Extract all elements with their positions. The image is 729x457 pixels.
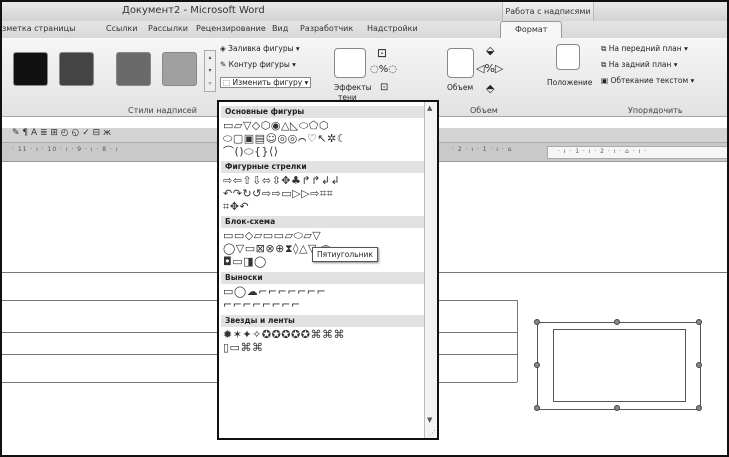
shape-row[interactable]: ▭▱▽◇⬡◉△◺⬭⬠⬡	[223, 120, 329, 132]
text-box-style-3[interactable]	[116, 52, 151, 86]
resize-handle[interactable]	[614, 405, 620, 411]
tab-review[interactable]: Рецензирование	[196, 24, 266, 33]
resize-handle[interactable]	[696, 405, 702, 411]
shape-row[interactable]: ▭◯☁⌐⌐⌐⌐⌐⌐⌐	[223, 286, 326, 298]
shape-row[interactable]: ⌒()⬭{}⟨⟩	[223, 146, 279, 158]
shape-outline-button[interactable]: ✎ Контур фигуры ▾	[220, 60, 296, 69]
ruler-left-scale: · 11 · ı · 10 · ı · 9 · ı · 8 · ı	[12, 146, 119, 153]
scroll-down-icon[interactable]: ▼	[427, 416, 432, 424]
resize-handle[interactable]	[534, 319, 540, 325]
send-backward-icon: ⧉	[601, 60, 609, 69]
tab-references[interactable]: Ссылки	[106, 24, 137, 33]
tilt-down-icon[interactable]: ⬘	[486, 82, 494, 95]
category-stars-banners: Звезды и ленты	[221, 315, 425, 327]
contextual-tab-group: Работа с надписями	[502, 2, 594, 21]
shadow-effects-label-1: Эффекты	[334, 83, 372, 92]
change-shape-label: Изменить фигуру	[232, 78, 303, 87]
title-bar: Документ2 - Microsoft Word Работа с надп…	[2, 2, 727, 21]
selected-text-box[interactable]	[553, 329, 686, 402]
text-box-style-1[interactable]	[13, 52, 48, 86]
shape-row[interactable]: ◘▭◨◯	[223, 256, 267, 268]
bring-forward-button[interactable]: ⧉ На передний план ▾	[601, 44, 688, 54]
styles-group-label: Стили надписей	[128, 106, 197, 115]
text-box-style-4[interactable]	[162, 52, 197, 86]
category-basic-shapes: Основные фигуры	[221, 106, 425, 118]
shape-fill-label: Заливка фигуры	[228, 44, 294, 53]
tab-view[interactable]: Вид	[272, 24, 288, 33]
tilt-left-right-icon[interactable]: ◁%▷	[476, 62, 503, 75]
tab-page-layout[interactable]: зметка страницы	[2, 24, 75, 33]
change-shape-button[interactable]: ⬚ Изменить фигуру ▾	[220, 77, 312, 88]
resize-handle[interactable]	[696, 362, 702, 368]
shape-row[interactable]: ↶↷↻↺⇨⇨▭▷▷⇨⌗⌗	[223, 188, 333, 200]
3d-effects-label: Объем	[447, 83, 474, 92]
send-backward-button[interactable]: ⧉ На задний план ▾	[601, 60, 678, 70]
shape-row[interactable]: ⌐⌐⌐⌐⌐⌐⌐⌐	[223, 299, 301, 311]
gallery-scrollbar[interactable]: ▲ ▼	[424, 102, 437, 438]
shadow-toggle-icon[interactable]: ◌%◌	[370, 64, 397, 75]
category-flowchart: Блок-схема	[221, 216, 425, 228]
position-label: Положение	[547, 78, 593, 87]
window-title: Документ2 - Microsoft Word	[122, 5, 265, 16]
styles-gallery-scroll[interactable]: ▴ ▾ ▿	[204, 50, 216, 92]
resize-handle[interactable]	[534, 405, 540, 411]
shape-row[interactable]: ✹✶✦✧✪✪✪✪✪⌘⌘⌘	[223, 329, 345, 341]
tab-mailings[interactable]: Рассылки	[148, 24, 188, 33]
pencil-icon: ✎	[220, 60, 229, 69]
shape-row[interactable]: ⌗✥↶	[223, 201, 249, 213]
shape-fill-button[interactable]: ◈ Заливка фигуры ▾	[220, 44, 300, 53]
shape-row[interactable]: ⇨⇦⇧⇩⬄⇳✥♣↱↱↲↲	[223, 175, 340, 187]
ruler-mid-scale: · 2 · ı · 1 · ı · ⌂	[452, 146, 513, 153]
ruler-right-scale: · ı · 1 · ı · 2 · ı · ⌂ · ı ·	[558, 148, 648, 155]
shadow-nudge-icon[interactable]: ⊡	[377, 46, 387, 60]
3d-effects-button[interactable]	[447, 48, 474, 78]
text-box-style-2[interactable]	[59, 52, 94, 86]
shape-tooltip: Пятиугольник	[312, 247, 378, 262]
tilt-up-icon[interactable]: ⬙	[486, 44, 494, 57]
shape-row[interactable]: ▭▭◇▱▭▭▱⬭▱▽	[223, 230, 321, 242]
position-button[interactable]	[556, 44, 580, 70]
resize-handle[interactable]	[534, 362, 540, 368]
ruler-active-area: · ı · 1 · ı · 2 · ı · ⌂ · ı ·	[547, 146, 727, 159]
shape-row[interactable]: ⬭▢▣▤☺◎◎⌒♡↖✲☾	[223, 133, 347, 145]
text-wrap-button[interactable]: ▣ Обтекание текстом ▾	[601, 76, 694, 85]
tab-addins[interactable]: Надстройки	[367, 24, 418, 33]
category-block-arrows: Фигурные стрелки	[221, 161, 425, 173]
paint-bucket-icon: ◈	[220, 44, 229, 53]
category-callouts: Выноски	[221, 272, 425, 284]
ribbon-tabs: зметка страницы Ссылки Рассылки Рецензир…	[2, 21, 727, 41]
bring-forward-label: На передний план	[608, 44, 682, 53]
resize-handle[interactable]	[696, 319, 702, 325]
bring-forward-icon: ⧉	[601, 44, 609, 53]
scroll-up-icon[interactable]: ▲	[427, 104, 432, 112]
table-line	[517, 300, 518, 382]
shape-gallery-dropdown: Основные фигуры ▭▱▽◇⬡◉△◺⬭⬠⬡ ⬭▢▣▤☺◎◎⌒♡↖✲☾…	[217, 100, 439, 440]
volume-group-label: Объем	[470, 106, 498, 115]
word-window: Документ2 - Microsoft Word Работа с надп…	[0, 0, 729, 457]
quick-toolbar-icons[interactable]: ✎ ¶ A ≣ ⊞ ◴ ◵ ✓ ⊟ ж	[12, 128, 111, 138]
arrange-group-label: Упорядочить	[628, 106, 683, 115]
shadow-effects-button[interactable]	[334, 48, 366, 78]
shape-row[interactable]: ▯▭⌘⌘	[223, 342, 263, 354]
resize-handle[interactable]	[614, 319, 620, 325]
send-backward-label: На задний план	[608, 60, 672, 69]
tab-developer[interactable]: Разработчик	[300, 24, 353, 33]
shadow-down-icon[interactable]: ⊡	[380, 82, 388, 93]
resize-grip-icon[interactable]: ⋰	[429, 429, 436, 437]
text-wrap-label: Обтекание текстом	[610, 76, 689, 85]
shape-outline-label: Контур фигуры	[228, 60, 290, 69]
